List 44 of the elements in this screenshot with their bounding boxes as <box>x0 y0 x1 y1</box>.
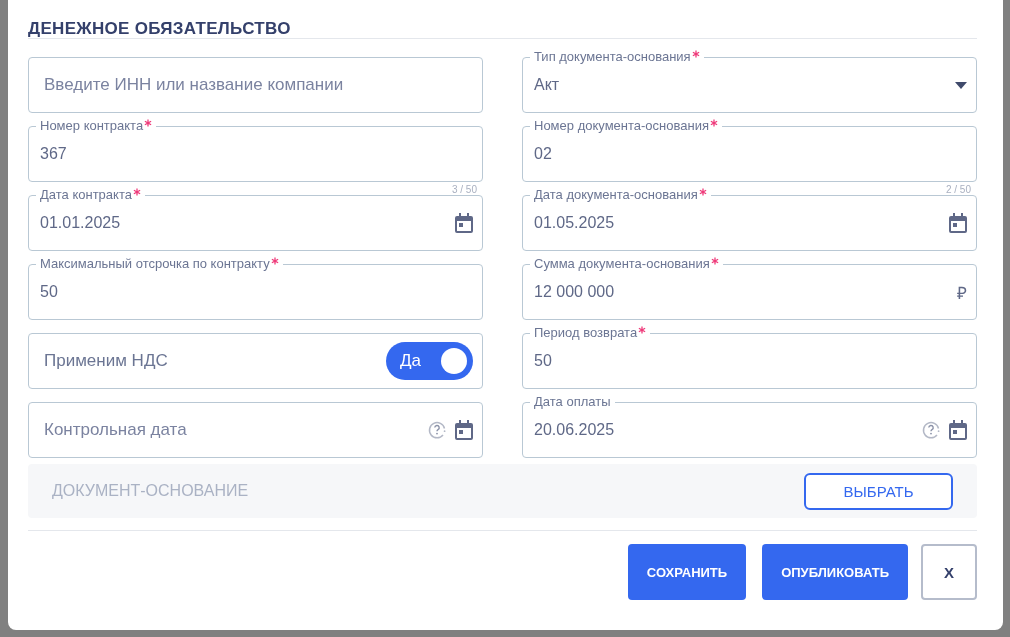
field-label: Сумма документа-основания <box>530 256 723 272</box>
select-field[interactable]: Тип документа-основания Акт <box>522 49 977 113</box>
close-button[interactable]: X <box>921 544 977 600</box>
field-value: 20.06.2025 <box>534 421 615 439</box>
field-label: Номер контракта <box>36 118 157 134</box>
dialog-title: ДЕНЕЖНОЕ ОБЯЗАТЕЛЬСТВО <box>28 18 292 38</box>
field-label: Дата контракта <box>36 187 145 203</box>
text-field[interactable]: Введите ИНН или название компании <box>28 49 483 113</box>
action-button[interactable]: ОПУБЛИКОВАТЬ <box>762 544 908 600</box>
field-value: 02 <box>534 145 552 163</box>
field-value: 01.01.2025 <box>40 214 121 232</box>
calendar-icon[interactable] <box>949 213 967 233</box>
toggle-switch[interactable]: Да <box>386 342 473 380</box>
field-label: Дата документа-основания <box>530 187 711 203</box>
field-placeholder: Введите ИНН или название компании <box>44 75 344 95</box>
field-value: 01.05.2025 <box>534 214 615 232</box>
action-button[interactable]: СОХРАНИТЬ <box>627 544 747 600</box>
calendar-icon[interactable] <box>455 420 473 440</box>
select-button[interactable]: ВЫБРАТЬ <box>804 472 953 510</box>
amount-field[interactable]: Сумма документа-основания 12 000 000 ₽ <box>522 256 977 320</box>
toggle-label: Применим НДС <box>43 351 169 371</box>
section-title: ДОКУМЕНТ-ОСНОВАНИЕ <box>52 482 249 500</box>
currency-sign: ₽ <box>957 282 967 304</box>
field-value: 50 <box>534 352 552 370</box>
field-value: 12 000 000 <box>534 283 615 301</box>
character-counter: 3 / 50 <box>451 184 477 195</box>
calendar-icon[interactable] <box>949 420 967 440</box>
field-label: Дата оплаты <box>530 394 615 410</box>
field-value: Акт <box>534 76 560 94</box>
field-label: Номер документа-основания <box>530 118 722 134</box>
field-label: Период возврата <box>530 325 651 341</box>
field-placeholder: Контрольная дата <box>44 420 187 440</box>
field-label: Максимальный отсрочка по контракту <box>36 256 283 272</box>
field-value: 367 <box>40 145 67 163</box>
date-field[interactable]: Контрольная дата <box>28 394 483 458</box>
toggle-field[interactable]: Применим НДС Да <box>28 325 483 389</box>
character-counter: 2 / 50 <box>945 184 971 195</box>
text-field[interactable]: Период возврата 50 <box>522 325 977 389</box>
field-label: Тип документа-основания <box>530 49 704 65</box>
calendar-icon[interactable] <box>455 213 473 233</box>
text-field[interactable]: Максимальный отсрочка по контракту 50 <box>28 256 483 320</box>
field-value: 50 <box>40 283 58 301</box>
dropdown-caret-icon <box>955 81 967 89</box>
date-field[interactable]: Дата оплаты 20.06.2025 <box>522 394 977 458</box>
